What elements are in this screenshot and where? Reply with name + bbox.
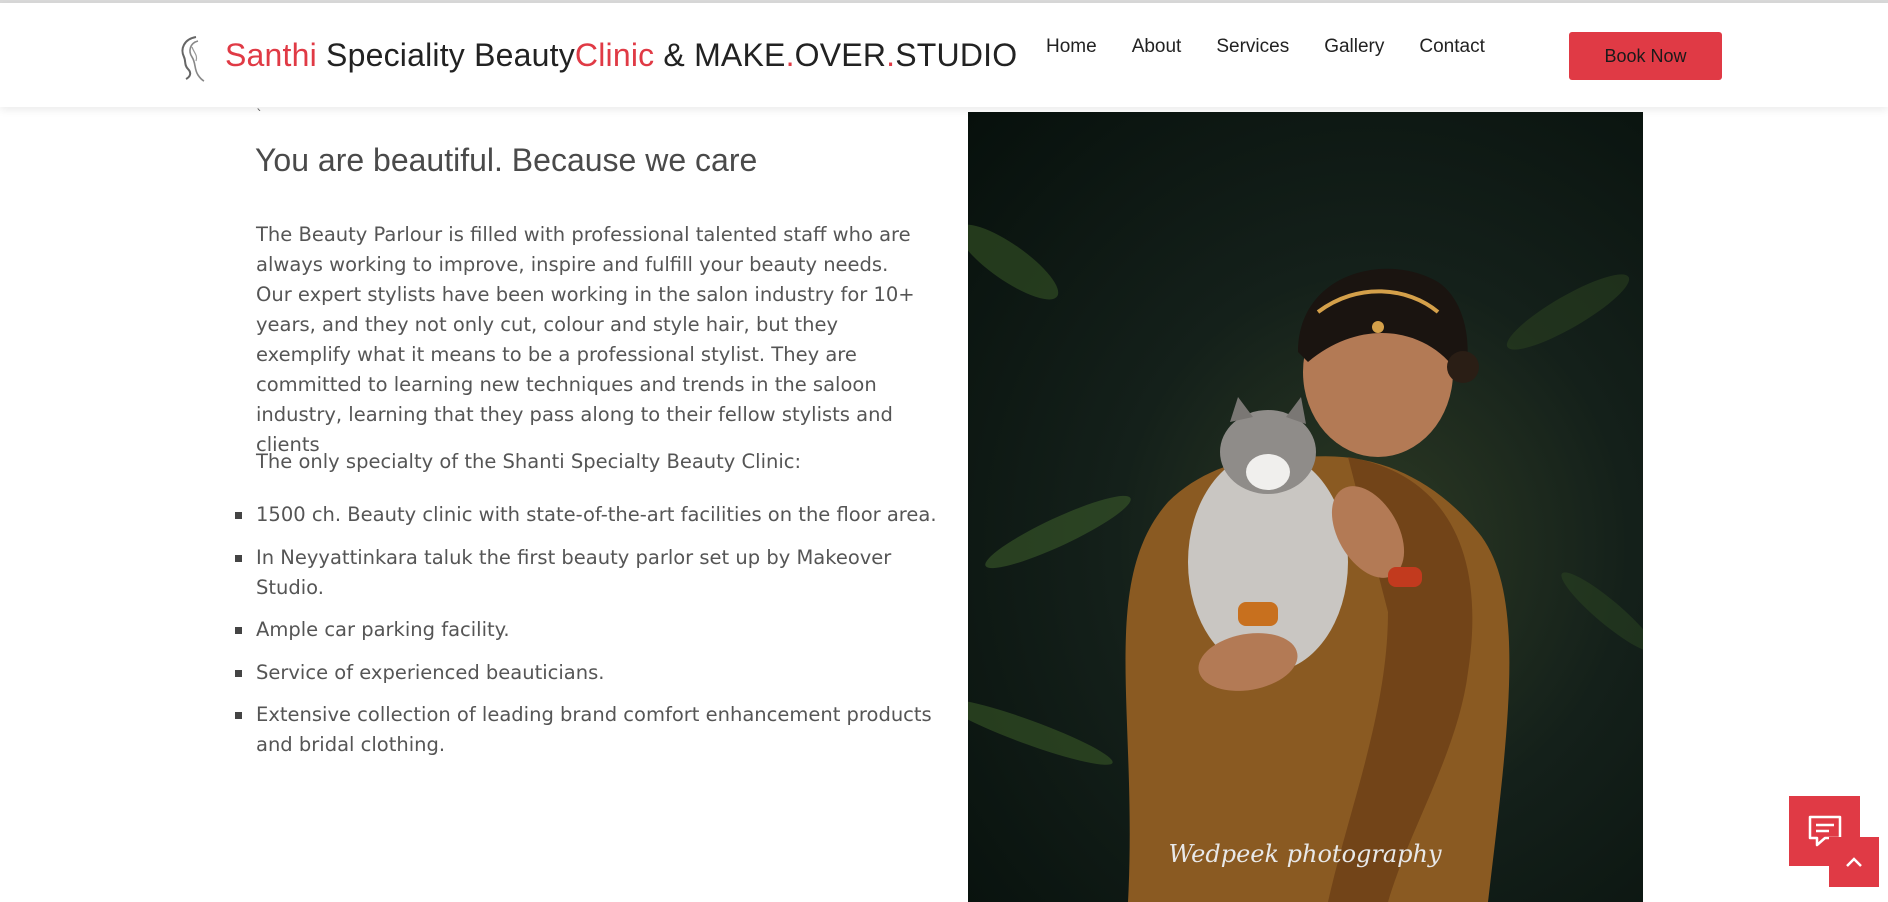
brand-over: OVER	[794, 37, 887, 73]
brand-speciality-beauty: Speciality Beauty	[316, 37, 575, 73]
list-item: 1500 ch. Beauty clinic with state-of-the…	[235, 500, 956, 530]
nav-gallery[interactable]: Gallery	[1324, 36, 1384, 66]
main-nav: Home About Services Gallery Contact	[1046, 36, 1520, 66]
brand-dot-2: .	[886, 37, 896, 73]
list-item: In Neyyattinkara taluk the first beauty …	[235, 543, 956, 603]
bridal-photo-illustration: Wedpeek photography	[968, 224, 1643, 902]
nav-contact[interactable]: Contact	[1419, 36, 1484, 66]
feature-list: 1500 ch. Beauty clinic with state-of-the…	[235, 500, 956, 773]
bridal-photo: Wedpeek photography	[968, 112, 1643, 902]
list-item: Service of experienced beauticians.	[235, 658, 956, 688]
nav-services[interactable]: Services	[1216, 36, 1289, 66]
scroll-to-top-button[interactable]	[1829, 837, 1879, 887]
brand-dot-1: .	[785, 37, 795, 73]
brand-name[interactable]: Santhi Speciality BeautyClinic & MAKE.OV…	[225, 37, 1017, 74]
about-paragraph: The Beauty Parlour is filled with profes…	[256, 223, 915, 456]
brand-studio: STUDIO	[895, 37, 1018, 73]
nav-about[interactable]: About	[1132, 36, 1182, 66]
book-now-button[interactable]: Book Now	[1569, 32, 1722, 80]
list-item: Extensive collection of leading brand co…	[235, 700, 956, 760]
site-header: Santhi Speciality BeautyClinic & MAKE.OV…	[0, 3, 1888, 107]
section-title: You are beautiful. Because we care	[255, 142, 758, 178]
nav-home[interactable]: Home	[1046, 36, 1097, 66]
specialty-intro: The only specialty of the Shanti Special…	[256, 450, 802, 473]
brand-clinic: Clinic	[574, 37, 655, 73]
list-item: Ample car parking facility.	[235, 615, 956, 645]
woman-profile-logo-icon[interactable]	[174, 33, 210, 83]
chevron-up-icon	[1846, 857, 1862, 867]
photo-watermark: Wedpeek photography	[1168, 840, 1442, 868]
stray-tick-mark: `	[256, 108, 263, 124]
brand-make: & MAKE	[654, 37, 786, 73]
brand-santhi: Santhi	[225, 37, 317, 73]
